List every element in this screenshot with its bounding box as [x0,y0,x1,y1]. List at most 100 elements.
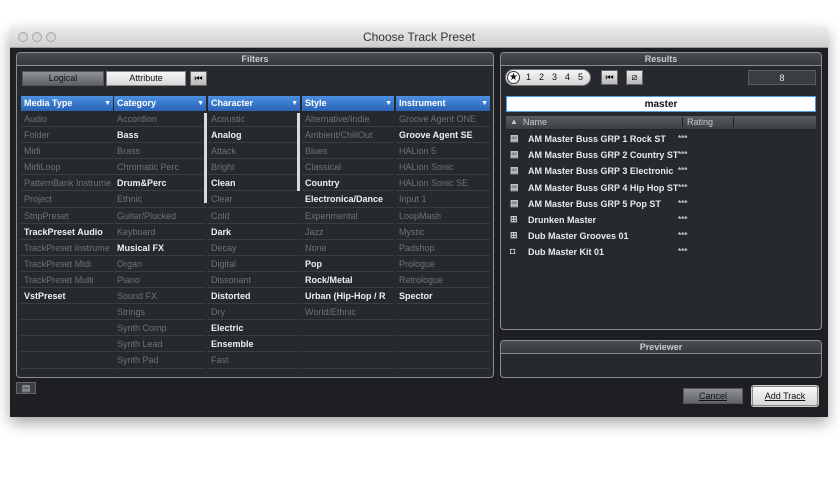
media-type-item[interactable]: Folder [21,127,113,144]
character-header[interactable]: Character ▼ [208,96,300,111]
category-item[interactable]: Guitar/Plucked [114,208,206,224]
style-item[interactable]: Rock/Metal [302,272,394,289]
media-type-item[interactable]: VstPreset [21,288,113,305]
result-rating[interactable]: *** [678,180,687,196]
dropdown-arrow-icon[interactable]: ▼ [291,96,298,111]
instrument-item[interactable]: HALion 5 [396,143,490,160]
category-item[interactable]: Chromatic Perc [114,159,206,176]
instrument-item[interactable]: HALion Sonic [396,159,490,176]
character-item[interactable]: Dry [208,304,300,321]
attribute-button[interactable]: Attribute [106,71,186,86]
instrument-item[interactable]: Retrologue [396,272,490,289]
category-item[interactable]: Strings [114,304,206,321]
media-type-item[interactable]: Midi [21,143,113,160]
result-row[interactable]: ▤ AM Master Buss GRP 1 Rock ST *** [506,131,816,147]
style-item[interactable]: Jazz [302,224,394,240]
rating-2[interactable]: 2 [539,72,544,82]
rating-5[interactable]: 5 [578,72,583,82]
result-row[interactable]: ▤ AM Master Buss GRP 2 Country ST *** [506,147,816,163]
instrument-item[interactable]: Spector [396,288,490,305]
result-rating[interactable]: *** [678,212,687,228]
style-item[interactable]: World/Ethnic [302,304,394,321]
character-scrollbar[interactable] [297,113,300,191]
style-item[interactable]: Pop [302,256,394,272]
category-item[interactable]: Sound FX [114,288,206,305]
instrument-item[interactable]: LoopMash [396,208,490,224]
style-item[interactable]: None [302,240,394,256]
style-item[interactable]: Experimental [302,208,394,224]
reset-results-icon[interactable]: ⏮ [601,70,618,85]
character-item[interactable]: Cold [208,208,300,224]
instrument-item[interactable]: HALion Sonic SE [396,175,490,192]
add-track-button[interactable]: Add Track [752,386,818,406]
instrument-item[interactable]: Input 1 [396,191,490,208]
dropdown-arrow-icon[interactable]: ▼ [385,96,392,111]
media-type-item[interactable]: TrackPreset Audio [21,224,113,240]
result-rating[interactable]: *** [678,147,687,163]
category-item[interactable]: Synth Comp [114,320,206,337]
character-item[interactable]: Clear [208,191,300,208]
category-item[interactable]: Bass [114,127,206,144]
style-item[interactable]: Classical [302,159,394,176]
name-column-header[interactable]: Name [523,117,547,127]
instrument-item[interactable]: Mystic [396,224,490,240]
category-item[interactable]: Piano [114,272,206,289]
character-item[interactable]: Dark [208,224,300,240]
media-type-item[interactable]: Project [21,191,113,208]
category-item[interactable]: Keyboard [114,224,206,240]
category-header[interactable]: Category ▼ [114,96,206,111]
result-rating[interactable]: *** [678,163,687,179]
dropdown-arrow-icon[interactable]: ▼ [197,96,204,111]
character-item[interactable]: Fast [208,352,300,369]
category-item[interactable]: Musical FX [114,240,206,256]
character-item[interactable]: Acoustic [208,111,300,128]
style-item[interactable]: Alternative/Indie [302,111,394,128]
result-row[interactable]: ▤ AM Master Buss GRP 5 Pop ST *** [506,196,816,212]
media-type-item[interactable]: TrackPreset Instrume [21,240,113,256]
star-icon[interactable]: ★ [507,71,520,84]
instrument-item[interactable]: Prologue [396,256,490,272]
rating-3[interactable]: 3 [552,72,557,82]
instrument-item[interactable]: Padshop [396,240,490,256]
category-scrollbar[interactable] [204,113,207,203]
character-item[interactable]: Dissonant [208,272,300,289]
dropdown-arrow-icon[interactable]: ▼ [481,96,488,111]
dropdown-arrow-icon[interactable]: ▼ [104,96,111,111]
character-item[interactable]: Electric [208,320,300,337]
result-row[interactable]: ⊞ Drunken Master *** [506,212,816,228]
character-item[interactable]: Attack [208,143,300,160]
media-type-item[interactable]: TrackPreset Midi [21,256,113,272]
rating-4[interactable]: 4 [565,72,570,82]
media-type-item[interactable]: StripPreset [21,208,113,224]
category-item[interactable]: Organ [114,256,206,272]
style-item[interactable]: Country [302,175,394,192]
sync-selection-icon[interactable]: ⧄ [626,70,643,85]
category-item[interactable]: Brass [114,143,206,160]
sort-ascending-icon[interactable]: ▲ [510,117,518,126]
result-rating[interactable]: *** [678,244,687,260]
search-input[interactable] [506,96,816,112]
media-type-item[interactable]: PatternBank Instrume [21,175,113,192]
result-row[interactable]: ▤ AM Master Buss GRP 4 Hip Hop ST *** [506,180,816,196]
rating-filter[interactable]: ★ 1 2 3 4 5 [505,69,591,86]
result-rating[interactable]: *** [678,131,687,147]
character-item[interactable]: Analog [208,127,300,144]
result-rating[interactable]: *** [678,196,687,212]
result-row[interactable]: ◘ Dub Master Kit 01 *** [506,244,816,260]
character-item[interactable]: Ensemble [208,336,300,353]
character-item[interactable]: Decay [208,240,300,256]
category-item[interactable]: Ethnic [114,191,206,208]
instrument-header[interactable]: Instrument ▼ [396,96,490,111]
style-item[interactable]: Electronica/Dance [302,191,394,208]
style-item[interactable]: Urban (Hip-Hop / R [302,288,394,305]
category-item[interactable]: Synth Lead [114,336,206,353]
character-item[interactable]: Distorted [208,288,300,305]
media-type-item[interactable]: MidiLoop [21,159,113,176]
result-row[interactable]: ▤ AM Master Buss GRP 3 Electronic *** [506,163,816,179]
category-item[interactable]: Drum&Perc [114,175,206,192]
style-header[interactable]: Style ▼ [302,96,394,111]
result-rating[interactable]: *** [678,228,687,244]
instrument-item[interactable]: Groove Agent ONE [396,111,490,128]
toggle-panel-icon[interactable]: ▤ [16,382,36,394]
character-item[interactable]: Bright [208,159,300,176]
